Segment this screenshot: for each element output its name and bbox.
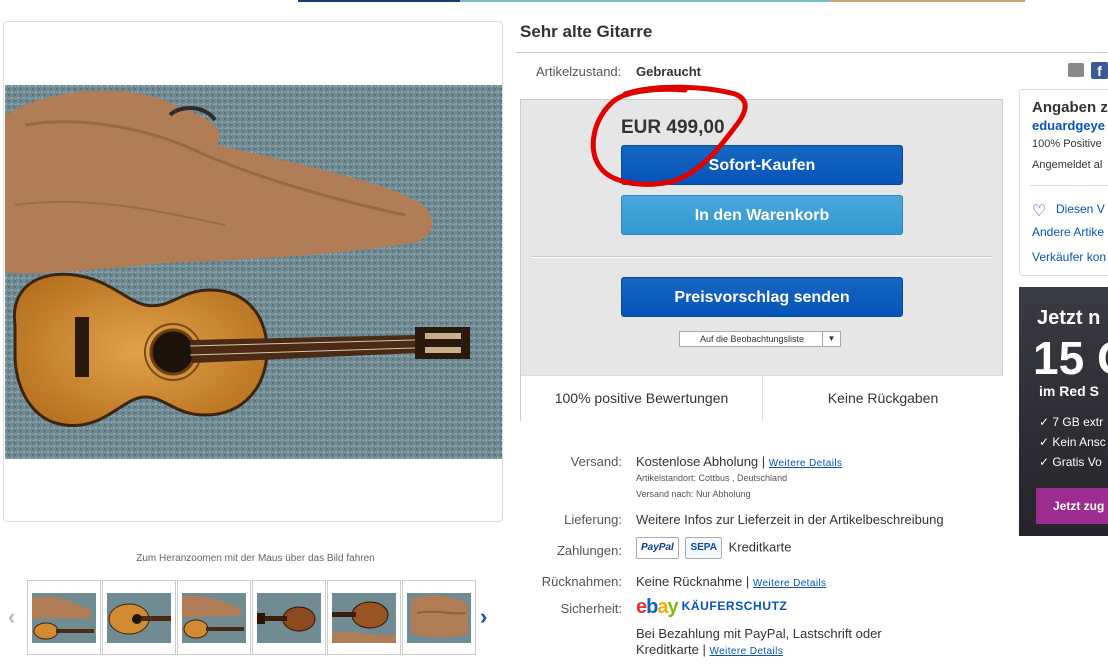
protection-details-link[interactable]: Weitere Details xyxy=(709,646,783,657)
top-strip-segment xyxy=(298,0,460,2)
thumbnail-image xyxy=(182,593,246,643)
check-icon: ✓ xyxy=(1039,455,1053,469)
ad-bullet-text: Kein Ansc xyxy=(1052,435,1106,449)
returns-value: Keine Rücknahme | Weitere Details xyxy=(636,574,826,589)
top-strip xyxy=(0,0,1108,2)
thumbnail-image xyxy=(32,593,96,643)
watchlist-dropdown[interactable]: Auf die Beobachtungsliste ▼ xyxy=(679,331,841,347)
payment-label: Zahlungen: xyxy=(556,543,622,558)
seller-positive-rating: 100% Positive xyxy=(1032,138,1102,150)
shipping-label: Versand: xyxy=(570,454,622,469)
condition-label: Artikelzustand: xyxy=(536,64,622,79)
returns-label: Rücknahmen: xyxy=(541,574,622,589)
buy-box: EUR 499,00 Sofort-Kaufen In den Warenkor… xyxy=(520,99,1003,421)
zoom-hint: Zum Heranzoomen mit der Maus über das Bi… xyxy=(136,553,375,564)
delivery-label: Lieferung: xyxy=(564,512,622,527)
main-photo-guitar[interactable] xyxy=(5,85,502,459)
ebay-logo: ebay xyxy=(636,596,679,618)
buyer-protection-label: KÄUFERSCHUTZ xyxy=(681,599,788,613)
thumbnail-image xyxy=(107,593,171,643)
shipping-details-link[interactable]: Weitere Details xyxy=(769,458,843,469)
seller-heading: Angaben z xyxy=(1032,99,1108,116)
shipping-value: Kostenlose Abholung | Weitere Details xyxy=(636,454,842,469)
listing-title: Sehr alte Gitarre xyxy=(520,22,653,41)
thumbnail-image xyxy=(257,593,321,643)
heart-icon[interactable]: ♡ xyxy=(1032,201,1046,221)
ad-bullet-text: Gratis Vo xyxy=(1052,455,1102,469)
thumbnail-image xyxy=(332,593,396,643)
thumbnail[interactable] xyxy=(102,580,176,655)
top-strip-segment xyxy=(460,0,830,2)
seller-member-since: Angemeldet al xyxy=(1032,159,1103,171)
email-share-icon[interactable] xyxy=(1068,63,1084,77)
protection-line-2: Kreditkarte | Weitere Details xyxy=(636,642,783,657)
advertisement-banner[interactable]: Jetzt n 15 G im Red S ✓ 7 GB extr ✓ Kein… xyxy=(1019,287,1108,536)
protection-text: Kreditkarte | xyxy=(636,642,706,657)
shipping-text: Kostenlose Abholung | xyxy=(636,454,766,469)
paypal-icon: PayPal xyxy=(636,537,679,559)
item-location: Artikelstandort: Cottbus , Deutschland xyxy=(636,473,788,483)
ad-bullet-text: 7 GB extr xyxy=(1052,415,1104,429)
ad-bullet: ✓ Gratis Vo xyxy=(1039,455,1102,469)
save-seller-link[interactable]: Diesen V xyxy=(1056,202,1105,216)
returns-details-link[interactable]: Weitere Details xyxy=(753,578,827,589)
ad-cta-button[interactable]: Jetzt zug xyxy=(1036,488,1108,524)
thumbnail[interactable] xyxy=(402,580,476,655)
payment-methods: PayPal SEPA Kreditkarte xyxy=(636,537,791,559)
seller-divider xyxy=(1030,185,1108,186)
other-items-link[interactable]: Andere Artike xyxy=(1032,225,1104,239)
sepa-icon: SEPA xyxy=(685,537,722,559)
thumbnail[interactable] xyxy=(327,580,401,655)
buy-box-divider xyxy=(531,256,993,258)
contact-seller-link[interactable]: Verkäufer kon xyxy=(1032,250,1106,264)
title-divider xyxy=(516,52,1108,53)
chevron-down-icon[interactable]: ▼ xyxy=(822,332,840,346)
ad-headline: Jetzt n xyxy=(1037,307,1101,329)
thumbnail[interactable] xyxy=(252,580,326,655)
feature-no-returns: Keine Rückgaben xyxy=(763,375,1003,421)
facebook-share-icon[interactable]: f xyxy=(1091,62,1108,79)
payment-card: Kreditkarte xyxy=(728,539,792,555)
check-icon: ✓ xyxy=(1039,415,1053,429)
add-to-cart-button[interactable]: In den Warenkorb xyxy=(621,195,903,235)
watchlist-label: Auf die Beobachtungsliste xyxy=(699,334,805,344)
condition-value: Gebraucht xyxy=(636,64,702,79)
main-image-panel[interactable] xyxy=(3,21,503,522)
price: EUR 499,00 xyxy=(621,117,725,138)
seller-name-link[interactable]: eduardgeye xyxy=(1032,118,1105,133)
security-label: Sicherheit: xyxy=(560,601,622,616)
top-strip-segment xyxy=(830,0,1025,2)
buyer-protection-badge: ebay KÄUFERSCHUTZ xyxy=(636,596,787,619)
ad-subline: im Red S xyxy=(1039,383,1099,399)
thumbnail-strip: ‹ › xyxy=(8,580,498,657)
feature-positive-feedback: 100% positive Bewertungen xyxy=(521,375,763,421)
ad-bullet: ✓ Kein Ansc xyxy=(1039,435,1106,449)
ad-bullet: ✓ 7 GB extr xyxy=(1039,415,1103,429)
check-icon: ✓ xyxy=(1039,435,1053,449)
protection-line-1: Bei Bezahlung mit PayPal, Lastschrift od… xyxy=(636,626,882,641)
ad-big-number: 15 G xyxy=(1033,332,1108,384)
ships-to: Versand nach: Nur Abholung xyxy=(636,489,751,499)
buy-now-button[interactable]: Sofort-Kaufen xyxy=(621,145,903,185)
thumbnail-image xyxy=(407,593,471,643)
chevron-right-icon[interactable]: › xyxy=(480,606,487,628)
seller-info-box: Angaben z eduardgeye 100% Positive Angem… xyxy=(1019,89,1108,276)
make-offer-button[interactable]: Preisvorschlag senden xyxy=(621,277,903,317)
thumbnail[interactable] xyxy=(27,580,101,655)
delivery-value: Weitere Infos zur Lieferzeit in der Arti… xyxy=(636,512,944,527)
thumbnail[interactable] xyxy=(177,580,251,655)
returns-text: Keine Rücknahme | xyxy=(636,574,750,589)
chevron-left-icon[interactable]: ‹ xyxy=(8,606,15,628)
